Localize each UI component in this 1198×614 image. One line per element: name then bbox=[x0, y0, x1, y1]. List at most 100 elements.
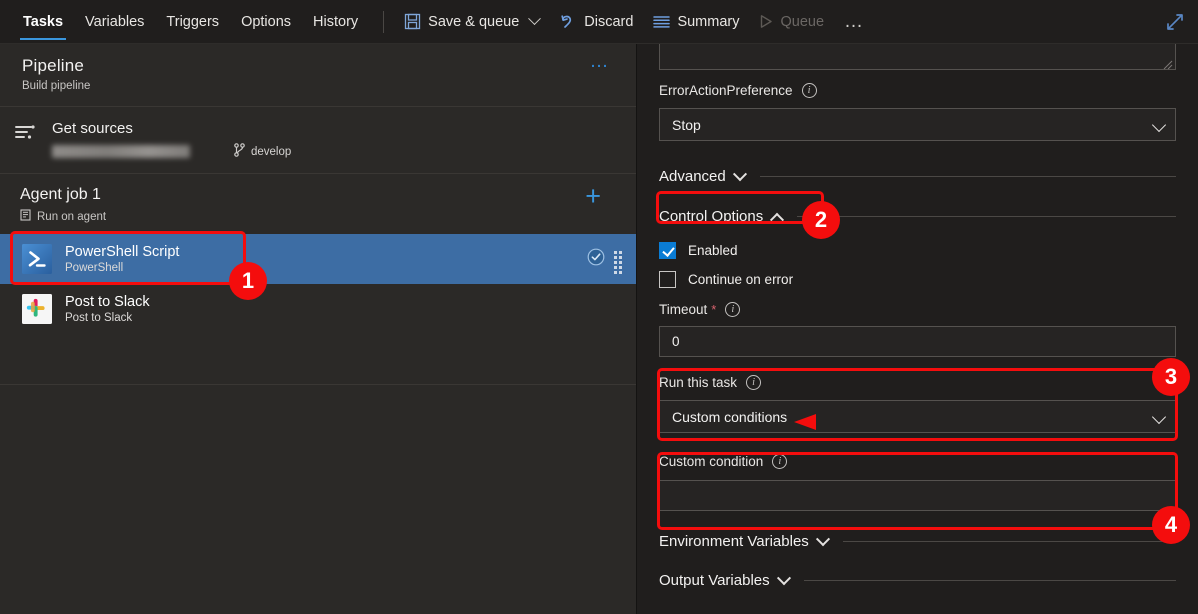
task-row-actions bbox=[587, 234, 622, 284]
server-icon bbox=[20, 209, 31, 224]
error-action-preference-label-row: ErrorActionPreference i bbox=[659, 83, 1176, 98]
control-options-section-header[interactable]: Control Options bbox=[659, 208, 1176, 227]
advanced-section-header[interactable]: Advanced bbox=[659, 166, 1176, 185]
info-icon[interactable]: i bbox=[772, 454, 788, 469]
summary-button[interactable]: Summary bbox=[643, 6, 749, 38]
chevron-down-icon bbox=[1151, 117, 1167, 133]
undo-icon bbox=[559, 13, 577, 31]
branch-info: develop bbox=[234, 143, 291, 160]
slack-icon bbox=[22, 294, 52, 324]
task-properties-panel: ErrorActionPreference i Stop Advanced Co… bbox=[637, 44, 1198, 614]
error-action-preference-select[interactable]: Stop bbox=[659, 108, 1176, 141]
tab-variables[interactable]: Variables bbox=[74, 0, 155, 44]
agent-job-title: Agent job 1 bbox=[20, 186, 101, 203]
get-sources-details: develop bbox=[52, 143, 636, 160]
tab-options-label: Options bbox=[241, 13, 292, 30]
info-icon[interactable]: i bbox=[725, 302, 741, 317]
get-sources-title: Get sources bbox=[52, 120, 133, 137]
script-textarea[interactable] bbox=[659, 44, 1176, 70]
task-list-divider bbox=[0, 384, 636, 385]
resize-grip-icon[interactable] bbox=[1163, 57, 1173, 70]
powershell-task-row[interactable]: PowerShell Script PowerShell bbox=[0, 234, 636, 284]
tab-tasks[interactable]: Tasks bbox=[12, 0, 74, 44]
check-circle-icon[interactable] bbox=[587, 248, 605, 271]
powershell-icon bbox=[22, 244, 52, 274]
task-name: Post to Slack bbox=[65, 294, 150, 310]
enabled-checkbox-row[interactable]: Enabled bbox=[659, 242, 1176, 259]
branch-icon bbox=[234, 143, 245, 160]
powershell-task-text: PowerShell Script PowerShell bbox=[65, 244, 179, 274]
continue-on-error-checkbox-row[interactable]: Continue on error bbox=[659, 271, 1176, 288]
drag-handle-icon[interactable] bbox=[614, 251, 622, 274]
custom-condition-label: Custom condition bbox=[659, 454, 764, 469]
queue-button: Queue bbox=[749, 6, 834, 38]
tab-triggers-label: Triggers bbox=[166, 13, 220, 30]
task-name: PowerShell Script bbox=[65, 244, 180, 260]
top-toolbar: Tasks Variables Triggers Options History… bbox=[0, 0, 1198, 44]
output-variables-section-header[interactable]: Output Variables bbox=[659, 570, 1176, 589]
annotation-number-1: 1 bbox=[229, 262, 267, 300]
custom-condition-input[interactable] bbox=[659, 480, 1176, 511]
annotation-number-2-label: 2 bbox=[814, 207, 828, 232]
agent-job-subtitle: Run on agent bbox=[20, 209, 636, 224]
azure-devops-pipeline-editor: Tasks Variables Triggers Options History… bbox=[0, 0, 1198, 614]
timeout-label-row: Timeout * i bbox=[659, 302, 1176, 317]
tab-triggers[interactable]: Triggers bbox=[155, 0, 230, 44]
environment-variables-section-header[interactable]: Environment Variables bbox=[659, 531, 1176, 550]
control-options-section-label: Control Options bbox=[659, 208, 764, 225]
chevron-down-icon bbox=[815, 531, 830, 546]
discard-label: Discard bbox=[584, 13, 634, 30]
tab-history-label: History bbox=[313, 13, 359, 30]
enabled-checkbox[interactable] bbox=[659, 242, 676, 259]
summary-label: Summary bbox=[677, 13, 740, 30]
output-variables-section-label: Output Variables bbox=[659, 572, 770, 589]
toolbar-divider bbox=[383, 10, 385, 33]
save-and-queue-button[interactable]: Save & queue bbox=[394, 6, 549, 38]
get-sources-row[interactable]: Get sources develop bbox=[0, 107, 636, 174]
toolbar-more-button[interactable]: … bbox=[834, 6, 875, 38]
chevron-down-icon[interactable] bbox=[528, 12, 542, 26]
get-sources-icon bbox=[14, 120, 38, 160]
run-this-task-value: Custom conditions bbox=[672, 408, 788, 425]
info-icon[interactable]: i bbox=[746, 375, 762, 390]
section-rule bbox=[759, 176, 1176, 177]
tab-variables-label: Variables bbox=[85, 13, 145, 30]
enabled-label: Enabled bbox=[688, 243, 738, 258]
annotation-number-3-label: 3 bbox=[1164, 364, 1178, 389]
timeout-input[interactable] bbox=[659, 326, 1176, 357]
section-rule bbox=[842, 541, 1176, 542]
section-rule bbox=[803, 580, 1176, 581]
continue-on-error-checkbox[interactable] bbox=[659, 271, 676, 288]
run-this-task-label: Run this task bbox=[659, 375, 738, 390]
advanced-section-label: Advanced bbox=[659, 168, 726, 185]
pipeline-subtitle: Build pipeline bbox=[22, 80, 91, 92]
queue-label: Queue bbox=[780, 13, 825, 30]
error-action-preference-label: ErrorActionPreference bbox=[659, 83, 793, 98]
annotation-number-2: 2 bbox=[802, 201, 840, 239]
annotation-number-4-label: 4 bbox=[1164, 512, 1178, 537]
agent-job-subtitle-label: Run on agent bbox=[37, 210, 107, 223]
slack-task-text: Post to Slack Post to Slack bbox=[65, 294, 150, 324]
slack-task-row[interactable]: Post to Slack Post to Slack bbox=[0, 284, 636, 334]
expand-diagonal-icon[interactable] bbox=[1162, 9, 1188, 35]
repository-name-redacted bbox=[52, 145, 190, 158]
summary-list-icon bbox=[653, 15, 671, 29]
task-subtitle: Post to Slack bbox=[65, 312, 133, 324]
run-this-task-select[interactable]: Custom conditions bbox=[659, 400, 1176, 433]
info-icon[interactable]: i bbox=[801, 83, 817, 98]
discard-button[interactable]: Discard bbox=[549, 6, 643, 38]
tab-history[interactable]: History bbox=[302, 0, 369, 44]
chevron-down-icon bbox=[732, 166, 747, 181]
run-this-task-label-row: Run this task i bbox=[659, 375, 1176, 390]
play-triangle-icon bbox=[759, 14, 773, 29]
task-subtitle: PowerShell bbox=[65, 262, 124, 274]
page-title: Pipeline bbox=[22, 56, 85, 75]
environment-variables-section-label: Environment Variables bbox=[659, 533, 809, 550]
tab-options[interactable]: Options bbox=[230, 0, 302, 44]
pipeline-header[interactable]: Pipeline Build pipeline … bbox=[0, 44, 636, 107]
pipeline-more-label: … bbox=[589, 51, 610, 72]
save-icon bbox=[404, 13, 421, 30]
annotation-number-4: 4 bbox=[1152, 506, 1190, 544]
agent-job-header[interactable]: Agent job 1 Run on agent + bbox=[0, 174, 636, 234]
save-and-queue-label: Save & queue bbox=[428, 13, 520, 30]
